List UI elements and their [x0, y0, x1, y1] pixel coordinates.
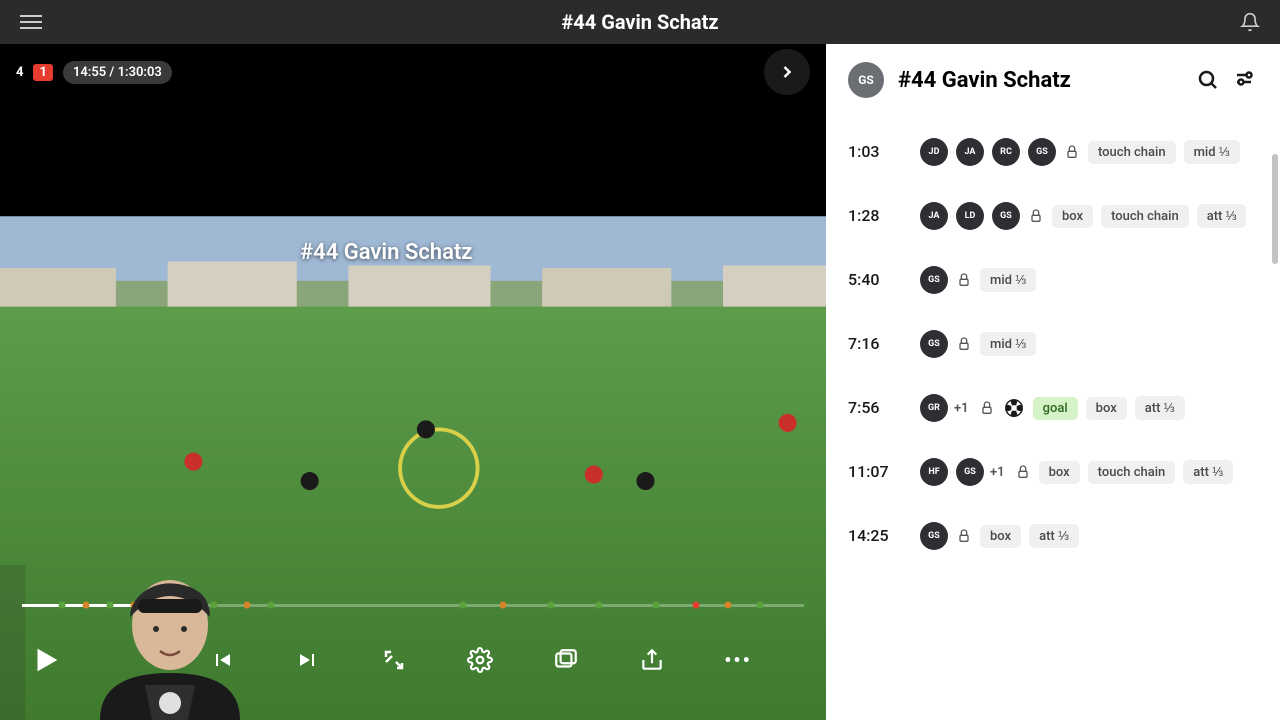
- event-row[interactable]: 7:16 GS mid ⅓: [848, 312, 1254, 376]
- event-row[interactable]: 7:56 GR +1 goalbox att ⅓: [848, 376, 1254, 440]
- participant-avatar[interactable]: JD: [920, 138, 948, 166]
- scrollbar[interactable]: [1272, 154, 1278, 264]
- timeline-marker[interactable]: [548, 602, 555, 609]
- more-button[interactable]: •••: [722, 644, 754, 676]
- timeline-marker[interactable]: [692, 602, 699, 609]
- event-content: GS mid ⅓: [920, 330, 1254, 358]
- event-row[interactable]: 1:28 JA LD GS box touch chain att ⅓: [848, 184, 1254, 248]
- menu-button[interactable]: [20, 15, 42, 29]
- event-row[interactable]: 14:25 GS box att ⅓: [848, 504, 1254, 568]
- lock-icon: [956, 334, 972, 354]
- presenter-webcam: [60, 555, 260, 720]
- search-icon[interactable]: [1196, 68, 1220, 92]
- event-row[interactable]: 11:07 HF GS +1 box touch chain att ⅓: [848, 440, 1254, 504]
- lock-icon: [1015, 462, 1031, 482]
- filter-icon[interactable]: [1234, 68, 1258, 92]
- participant-avatar[interactable]: RC: [992, 138, 1020, 166]
- timeline-marker[interactable]: [460, 602, 467, 609]
- event-tag[interactable]: goal: [1033, 397, 1078, 420]
- next-clip-button[interactable]: [764, 49, 810, 95]
- event-time: 7:16: [848, 330, 900, 353]
- topbar: #44 Gavin Schatz: [0, 0, 1280, 44]
- participant-avatar[interactable]: GS: [920, 330, 948, 358]
- events-panel: GS #44 Gavin Schatz 1:03 JD JA RC GS touch ch…: [826, 44, 1280, 720]
- event-tag[interactable]: mid ⅓: [980, 268, 1036, 292]
- event-tag[interactable]: touch chain: [1088, 461, 1176, 484]
- lock-icon: [1064, 142, 1080, 162]
- lock-icon: [1028, 206, 1044, 226]
- event-tag[interactable]: mid ⅓: [1184, 140, 1240, 164]
- event-time: 14:25: [848, 522, 900, 545]
- participant-avatar[interactable]: GS: [920, 522, 948, 550]
- event-tag[interactable]: mid ⅓: [980, 332, 1036, 356]
- event-tag[interactable]: touch chain: [1101, 205, 1189, 228]
- video-player: 4 1 14:55 / 1:30:03: [0, 44, 826, 720]
- event-content: HF GS +1 box touch chain att ⅓: [920, 458, 1254, 486]
- event-content: GS box att ⅓: [920, 522, 1254, 550]
- video-canvas[interactable]: #44 Gavin Schatz: [0, 100, 826, 720]
- more-participants: +1: [954, 401, 969, 416]
- page-title: #44 Gavin Schatz: [561, 10, 718, 34]
- score-away: 1: [33, 64, 52, 81]
- event-time: 5:40: [848, 266, 900, 289]
- timeline-marker[interactable]: [652, 602, 659, 609]
- fullscreen-button[interactable]: [378, 644, 410, 676]
- event-tag[interactable]: att ⅓: [1029, 524, 1079, 548]
- event-tag[interactable]: box: [1039, 461, 1080, 484]
- event-content: GR +1 goalbox att ⅓: [920, 394, 1254, 422]
- participant-avatar[interactable]: GS: [1028, 138, 1056, 166]
- participant-avatar[interactable]: GS: [956, 458, 984, 486]
- event-content: JA LD GS box touch chain att ⅓: [920, 202, 1254, 230]
- lock-icon: [956, 526, 972, 546]
- participant-avatar[interactable]: JA: [920, 202, 948, 230]
- event-row[interactable]: 5:40 GS mid ⅓: [848, 248, 1254, 312]
- share-button[interactable]: [636, 644, 668, 676]
- participant-avatar[interactable]: JA: [956, 138, 984, 166]
- timeline-marker[interactable]: [500, 602, 507, 609]
- participant-avatar[interactable]: LD: [956, 202, 984, 230]
- notifications-icon[interactable]: [1240, 12, 1260, 32]
- event-tag[interactable]: box: [1052, 205, 1093, 228]
- event-content: JD JA RC GS touch chain mid ⅓: [920, 138, 1254, 166]
- panel-title: #44 Gavin Schatz: [898, 68, 1182, 93]
- participant-avatar[interactable]: GS: [920, 266, 948, 294]
- participant-avatar[interactable]: GS: [992, 202, 1020, 230]
- player-avatar: GS: [848, 62, 884, 98]
- soccer-ball-icon: [1003, 397, 1025, 419]
- event-tag[interactable]: att ⅓: [1135, 396, 1185, 420]
- event-list[interactable]: 1:03 JD JA RC GS touch chain mid ⅓ 1:28 JA LD GS bo…: [826, 120, 1276, 720]
- event-time: 1:28: [848, 202, 900, 225]
- event-time: 11:07: [848, 458, 900, 481]
- participant-avatar[interactable]: GR: [920, 394, 948, 422]
- timeline-marker[interactable]: [596, 602, 603, 609]
- event-tag[interactable]: att ⅓: [1183, 460, 1233, 484]
- next-button[interactable]: [292, 644, 324, 676]
- event-content: GS mid ⅓: [920, 266, 1254, 294]
- settings-button[interactable]: [464, 644, 496, 676]
- event-time: 1:03: [848, 138, 900, 161]
- event-row[interactable]: 1:03 JD JA RC GS touch chain mid ⅓: [848, 120, 1254, 184]
- timeline-marker[interactable]: [267, 602, 274, 609]
- video-overlay-title: #44 Gavin Schatz: [300, 240, 472, 265]
- lock-icon: [979, 398, 995, 418]
- participant-avatar[interactable]: HF: [920, 458, 948, 486]
- more-participants: +1: [990, 465, 1005, 480]
- timeline-marker[interactable]: [724, 602, 731, 609]
- video-header: 4 1 14:55 / 1:30:03: [0, 44, 826, 100]
- event-time: 7:56: [848, 394, 900, 417]
- timeline-marker[interactable]: [756, 602, 763, 609]
- event-tag[interactable]: touch chain: [1088, 141, 1176, 164]
- lock-icon: [956, 270, 972, 290]
- clip-button[interactable]: [550, 644, 582, 676]
- score-home: 4: [16, 65, 23, 80]
- event-tag[interactable]: box: [1086, 397, 1127, 420]
- time-display: 14:55 / 1:30:03: [63, 61, 172, 84]
- event-tag[interactable]: box: [980, 525, 1021, 548]
- event-tag[interactable]: att ⅓: [1197, 204, 1247, 228]
